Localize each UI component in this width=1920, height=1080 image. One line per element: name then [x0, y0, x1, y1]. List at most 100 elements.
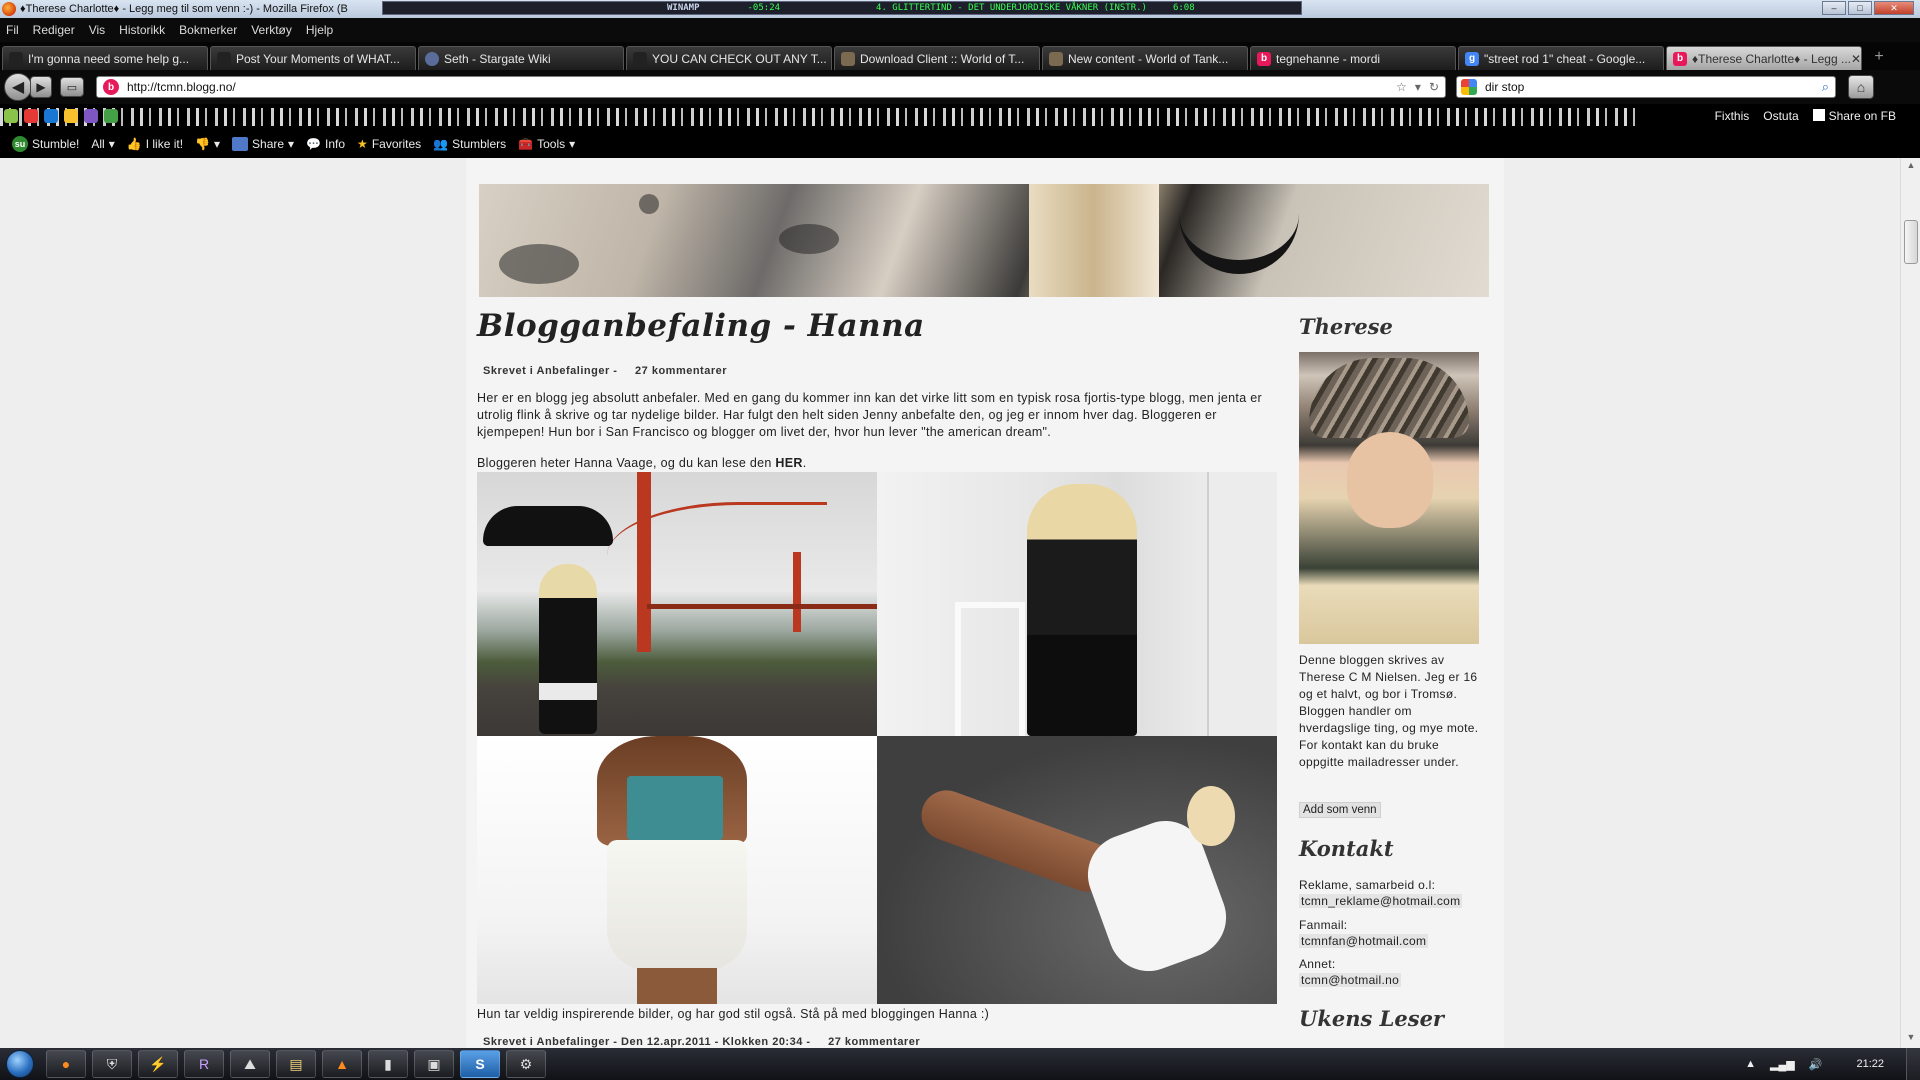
- close-tab-icon[interactable]: ✕: [1851, 52, 1861, 66]
- taskbar-explorer[interactable]: ▤: [276, 1050, 316, 1078]
- clock[interactable]: 21:22: [1856, 1058, 1884, 1070]
- taskbar-misc[interactable]: ⚙: [506, 1050, 546, 1078]
- back-button[interactable]: ◀: [4, 73, 32, 101]
- search-input[interactable]: dir stop: [1485, 80, 1524, 94]
- post-footer-category[interactable]: Skrevet i Anbefalinger - Den 12.apr.2011…: [483, 1036, 811, 1048]
- tab-label: "street rod 1" cheat - Google...: [1484, 51, 1646, 66]
- post-comments-link[interactable]: 27 kommentarer: [635, 365, 727, 377]
- home-button[interactable]: ⌂: [1848, 75, 1874, 99]
- minimize-button[interactable]: –: [1822, 1, 1846, 15]
- photo-skirt-outfit[interactable]: [477, 736, 877, 1004]
- bookmark-icon[interactable]: [84, 109, 98, 123]
- tab-7[interactable]: b tegnehanne - mordi: [1250, 46, 1456, 70]
- taskbar-skype[interactable]: S: [460, 1050, 500, 1078]
- url-text[interactable]: http://tcmn.blogg.no/: [127, 80, 236, 94]
- bookmark-icon[interactable]: [44, 109, 58, 123]
- maximize-button[interactable]: □: [1848, 1, 1872, 15]
- blog-header-banner[interactable]: [479, 184, 1489, 297]
- search-bar[interactable]: dir stop ⌕: [1456, 76, 1836, 98]
- navigation-bar: ◀ ▶ ▭ b http://tcmn.blogg.no/ ☆ ▾ ↻ dir …: [0, 70, 1920, 104]
- scroll-down-icon[interactable]: ▼: [1904, 1032, 1918, 1046]
- taskbar-network[interactable]: ⛰: [230, 1050, 270, 1078]
- bookmark-icon[interactable]: [104, 109, 118, 123]
- email-fanmail-link[interactable]: tcmnfan@hotmail.com: [1299, 934, 1429, 948]
- tab-groups-button[interactable]: ▭: [60, 77, 84, 97]
- tab-active[interactable]: b ♦Therese Charlotte♦ - Legg ... ✕: [1666, 46, 1862, 70]
- tab-8[interactable]: g "street rod 1" cheat - Google...: [1458, 46, 1664, 70]
- start-button[interactable]: [0, 1048, 40, 1080]
- taskbar-terminal[interactable]: ▣: [414, 1050, 454, 1078]
- her-link[interactable]: HER: [775, 456, 802, 470]
- firefox-icon[interactable]: [2, 2, 16, 16]
- tab-2[interactable]: Post Your Moments of WHAT...: [210, 46, 416, 70]
- email-other-link[interactable]: tcmn@hotmail.no: [1299, 973, 1402, 987]
- all-dropdown[interactable]: All ▾: [91, 137, 114, 151]
- taskbar-vlc[interactable]: ▲: [322, 1050, 362, 1078]
- winamp-bar[interactable]: WINAMP -05:24 4. GLITTERTIND - DET UNDER…: [382, 1, 1302, 15]
- tab-3[interactable]: Seth - Stargate Wiki: [418, 46, 624, 70]
- post-meta-footer: Skrevet i Anbefalinger - Den 12.apr.2011…: [483, 1036, 934, 1048]
- forward-button[interactable]: ▶: [30, 76, 52, 98]
- menu-view[interactable]: Vis: [89, 23, 105, 37]
- favorites-button[interactable]: ★ Favorites: [357, 137, 421, 151]
- menu-history[interactable]: Historikk: [119, 23, 165, 37]
- signal-icon[interactable]: ▂▄▆: [1770, 1058, 1795, 1071]
- photo-golden-gate[interactable]: [477, 472, 877, 736]
- heart-icon[interactable]: [24, 109, 38, 123]
- menu-file[interactable]: Fil: [6, 23, 19, 37]
- menu-bookmarks[interactable]: Bokmerker: [179, 23, 237, 37]
- dislike-button[interactable]: 👎 ▾: [195, 137, 220, 151]
- volume-icon[interactable]: 🔊: [1809, 1058, 1823, 1071]
- google-search-engine-icon[interactable]: [1461, 79, 1477, 95]
- menu-edit[interactable]: Rediger: [33, 23, 75, 37]
- post-caption: Hun tar veldig inspirerende bilder, og h…: [477, 1007, 990, 1021]
- scrollbar-thumb[interactable]: [1904, 220, 1918, 264]
- share-button[interactable]: Share ▾: [232, 137, 294, 151]
- fixthis-link[interactable]: Fixthis: [1715, 109, 1750, 123]
- photo-mirror-outfit[interactable]: [877, 472, 1277, 736]
- stumble-button[interactable]: su Stumble!: [12, 136, 79, 152]
- page-scrollbar[interactable]: ▲ ▼: [1900, 158, 1920, 1048]
- menu-tools[interactable]: Verktøy: [251, 23, 292, 37]
- app-icon: ⚙: [519, 1055, 533, 1072]
- bookmark-icon[interactable]: [4, 109, 18, 123]
- close-window-button[interactable]: ✕: [1874, 1, 1914, 15]
- share-on-fb-link[interactable]: Share on FB: [1812, 109, 1896, 123]
- new-tab-button[interactable]: +: [1868, 48, 1890, 70]
- tab-5[interactable]: Download Client :: World of T...: [834, 46, 1040, 70]
- email-ads-link[interactable]: tcmn_reklame@hotmail.com: [1299, 894, 1463, 908]
- menu-help[interactable]: Hjelp: [306, 23, 333, 37]
- taskbar-firefox[interactable]: ●: [46, 1050, 86, 1078]
- ostuta-link[interactable]: Ostuta: [1763, 109, 1798, 123]
- scroll-up-icon[interactable]: ▲: [1904, 160, 1918, 174]
- show-desktop-button[interactable]: [1906, 1048, 1920, 1080]
- bookmark-icon[interactable]: [64, 109, 78, 123]
- post-footer-comments[interactable]: 27 kommentarer: [828, 1036, 920, 1048]
- stumblers-button[interactable]: 👥 Stumblers: [433, 137, 506, 151]
- photo-beach[interactable]: [877, 736, 1277, 1004]
- bookmark-star-icon[interactable]: ☆: [1396, 80, 1407, 94]
- profile-photo[interactable]: [1299, 352, 1479, 644]
- post-category-link[interactable]: Skrevet i Anbefalinger -: [483, 365, 617, 377]
- like-button[interactable]: 👍 I like it!: [127, 137, 183, 151]
- tools-button[interactable]: 🧰 Tools ▾: [518, 137, 575, 151]
- tab-6[interactable]: New content - World of Tank...: [1042, 46, 1248, 70]
- tab-label: Post Your Moments of WHAT...: [236, 51, 400, 66]
- taskbar-wot[interactable]: ⛨: [92, 1050, 132, 1078]
- taskbar-winamp[interactable]: ⚡: [138, 1050, 178, 1078]
- site-identity-icon[interactable]: b: [103, 79, 119, 95]
- tray-expand-icon[interactable]: ▲: [1745, 1058, 1756, 1070]
- search-icon[interactable]: ⌕: [1822, 79, 1829, 95]
- tab-4[interactable]: YOU CAN CHECK OUT ANY T...: [626, 46, 832, 70]
- dropdown-arrow-icon[interactable]: ▾: [1415, 80, 1421, 94]
- add-friend-button[interactable]: Add som venn: [1299, 802, 1381, 818]
- facebook-icon: [232, 137, 249, 151]
- taskbar-notepad[interactable]: ▮: [368, 1050, 408, 1078]
- reload-icon[interactable]: ↻: [1429, 80, 1439, 94]
- post-title[interactable]: Blogganbefaling - Hanna: [477, 308, 925, 344]
- banner-hair: [1029, 184, 1159, 297]
- info-button[interactable]: 💬 Info: [306, 137, 345, 151]
- taskbar-rift[interactable]: R: [184, 1050, 224, 1078]
- tab-1[interactable]: I'm gonna need some help g...: [2, 46, 208, 70]
- address-bar[interactable]: b http://tcmn.blogg.no/ ☆ ▾ ↻: [96, 76, 1446, 98]
